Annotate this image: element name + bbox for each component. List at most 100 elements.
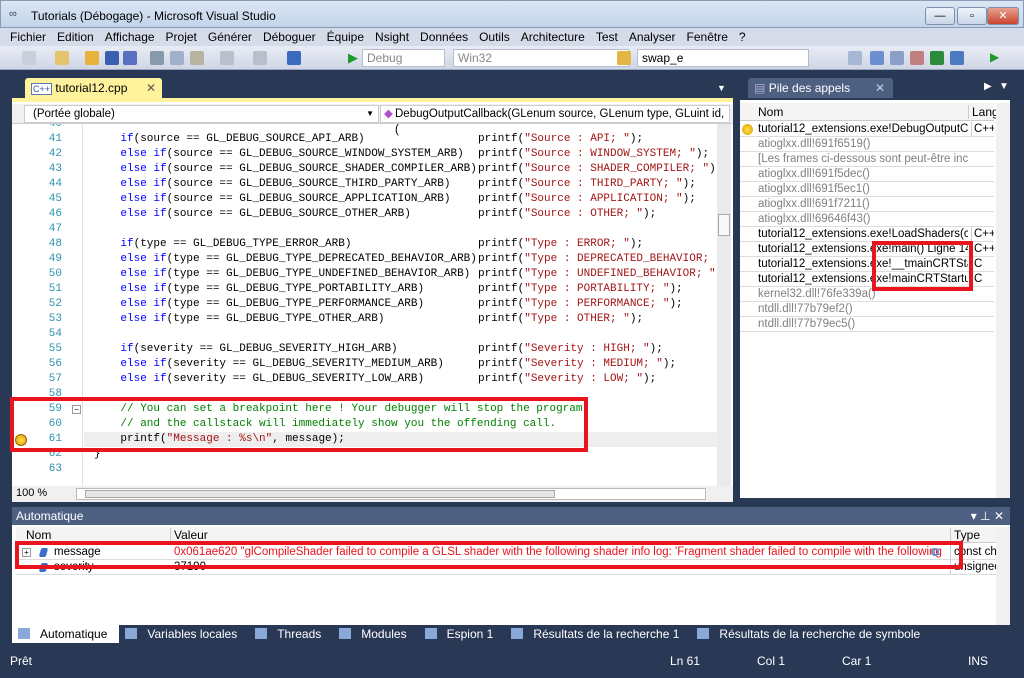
function-dropdown[interactable]: ◆ DebugOutputCallback(GLenum source, GLen… [380, 105, 730, 136]
call-stack-row[interactable]: atioglxx.dll!691f5dec() [740, 167, 994, 182]
tab-espion-1[interactable]: Espion 1 [419, 625, 506, 643]
scroll-tabs-icon[interactable]: ▶ [984, 81, 992, 92]
column-type[interactable]: Type [950, 528, 980, 542]
status-bar: Prêt Ln 61 Col 1 Car 1 INS [0, 650, 1024, 672]
configuration-select[interactable]: Debug [362, 49, 445, 67]
menu-item[interactable]: Test [596, 28, 618, 46]
menu-item[interactable]: Architecture [521, 28, 585, 46]
tab-automatique[interactable]: Automatique [12, 625, 120, 643]
open-file-icon[interactable] [85, 51, 99, 65]
start-page-icon[interactable] [930, 51, 944, 65]
menu-item[interactable]: Affichage [105, 28, 155, 46]
scope-dropdown[interactable]: (Portée globale) ▼ [24, 105, 379, 123]
zoom-level[interactable]: 100 % [16, 487, 47, 499]
column-name[interactable]: Nom [758, 105, 783, 119]
tab-variables-locales[interactable]: Variables locales [119, 625, 249, 643]
menu-item[interactable]: Nsight [375, 28, 409, 46]
code-text: (severity == GL_DEBUG_SEVERITY_HIGH_ARB) [133, 343, 398, 355]
keyword: else if [94, 253, 167, 265]
call-stack-row[interactable]: ntdll.dll!77b79ec5() [740, 317, 994, 332]
code-text: (severity == GL_DEBUG_SEVERITY_LOW_ARB) [166, 373, 425, 385]
call-stack-row[interactable]: tutorial12_extensions.exe!LoadShaders(co… [740, 227, 994, 242]
menu-item[interactable]: Déboguer [263, 28, 316, 46]
vertical-scrollbar[interactable] [717, 124, 731, 486]
save-icon[interactable] [105, 51, 119, 65]
minimize-button[interactable]: — [925, 7, 955, 25]
menu-item[interactable]: Analyser [629, 28, 676, 46]
tab-tutorial12-cpp[interactable]: C++ tutorial12.cpp ✕ [25, 78, 162, 98]
properties-icon[interactable] [870, 51, 884, 65]
tab-label: Automatique [40, 627, 108, 641]
tab-call-stack[interactable]: ▤ Pile des appels ✕ [748, 78, 893, 98]
new-project-icon[interactable] [22, 51, 36, 65]
menu-item[interactable]: Fenêtre [687, 28, 728, 46]
menu-item[interactable]: Équipe [327, 28, 364, 46]
code-text: ); [695, 148, 710, 160]
column-name[interactable]: Nom [26, 528, 51, 542]
cut-icon[interactable] [150, 51, 164, 65]
scroll-thumb[interactable] [85, 490, 555, 498]
call-stack-row[interactable]: atioglxx.dll!69646f43() [740, 212, 994, 227]
add-item-icon[interactable] [55, 51, 69, 65]
extension-manager-icon[interactable] [950, 51, 964, 65]
menu-item[interactable]: Projet [166, 28, 197, 46]
panel-controls[interactable]: ▾ ⊥ ✕ [971, 509, 1004, 523]
code-text: printf( [478, 163, 525, 175]
menu-item[interactable]: ? [739, 28, 746, 46]
object-browser-icon[interactable] [890, 51, 904, 65]
solution-explorer-icon[interactable] [848, 51, 862, 65]
tab-r-sultats-de-la-recherche-1[interactable]: Résultats de la recherche 1 [505, 625, 691, 643]
redo-icon[interactable] [253, 51, 267, 65]
call-stack-row[interactable]: atioglxx.dll!691f6519() [740, 137, 994, 152]
menu-item[interactable]: Générer [208, 28, 252, 46]
keyword: else if [94, 208, 167, 220]
printf-call: printf("Source : APPLICATION; "); [478, 192, 696, 207]
scroll-thumb[interactable] [718, 214, 730, 236]
tab-list-dropdown-icon[interactable]: ▼ [717, 83, 726, 93]
horizontal-scrollbar[interactable] [76, 488, 706, 500]
call-stack-row[interactable]: atioglxx.dll!691f7211() [740, 197, 994, 212]
highlight-box-main-frame [872, 241, 973, 291]
code-text: ); [643, 208, 657, 220]
call-stack-row[interactable]: atioglxx.dll!691f5ec1() [740, 182, 994, 197]
close-tab-icon[interactable]: ✕ [146, 81, 156, 95]
tab-icon [18, 628, 30, 639]
string-literal: "Source : APPLICATION; " [524, 193, 683, 205]
autos-scrollbar[interactable] [996, 527, 1010, 625]
start-debugging-icon[interactable]: ▶ [348, 50, 358, 66]
line-number: 41 [48, 133, 62, 145]
copy-icon[interactable] [170, 51, 184, 65]
navigate-icon[interactable] [287, 51, 301, 65]
panel-menu-icon[interactable]: ▼ [999, 81, 1009, 92]
code-text: (type == GL_DEBUG_TYPE_OTHER_ARB) [166, 313, 385, 325]
save-all-icon[interactable] [123, 51, 137, 65]
tab-label: Threads [277, 627, 322, 641]
call-stack-scrollbar[interactable] [996, 103, 1010, 498]
tab-r-sultats-de-la-recherche-de-symbole[interactable]: Résultats de la recherche de symbole [691, 625, 932, 643]
call-stack-row[interactable]: ntdll.dll!77b79ef2() [740, 302, 994, 317]
run-icon[interactable]: ▶ [990, 50, 999, 64]
close-icon[interactable]: ✕ [875, 81, 885, 95]
paste-icon[interactable] [190, 51, 204, 65]
tab-modules[interactable]: Modules [333, 625, 418, 643]
call-stack-row[interactable]: tutorial12_extensions.exe!DebugOutputCal… [740, 122, 994, 137]
autos-header: Automatique ▾ ⊥ ✕ [12, 507, 1010, 525]
code-line: else if(type == GL_DEBUG_TYPE_PERFORMANC… [94, 297, 424, 312]
column-language[interactable]: Lang [968, 105, 999, 119]
menu-item[interactable]: Données [420, 28, 468, 46]
code-text: (source == GL_DEBUG_SOURCE_OTHER_ARB) [166, 208, 411, 220]
platform-select[interactable]: Win32 [453, 49, 629, 67]
close-button[interactable]: ✕ [987, 7, 1019, 25]
menu-item[interactable]: Edition [57, 28, 94, 46]
tab-threads[interactable]: Threads [249, 625, 333, 643]
tools-icon[interactable] [910, 51, 924, 65]
menu-item[interactable]: Fichier [10, 28, 46, 46]
column-value[interactable]: Valeur [170, 528, 208, 542]
menu-item[interactable]: Outils [479, 28, 510, 46]
maximize-button[interactable]: ▫ [957, 7, 987, 25]
find-input[interactable]: swap_e [637, 49, 809, 67]
find-in-files-icon[interactable] [617, 51, 631, 65]
keyword: else if [94, 298, 167, 310]
undo-icon[interactable] [220, 51, 234, 65]
call-stack-row[interactable]: [Les frames ci-dessous sont peut-être in… [740, 152, 994, 167]
